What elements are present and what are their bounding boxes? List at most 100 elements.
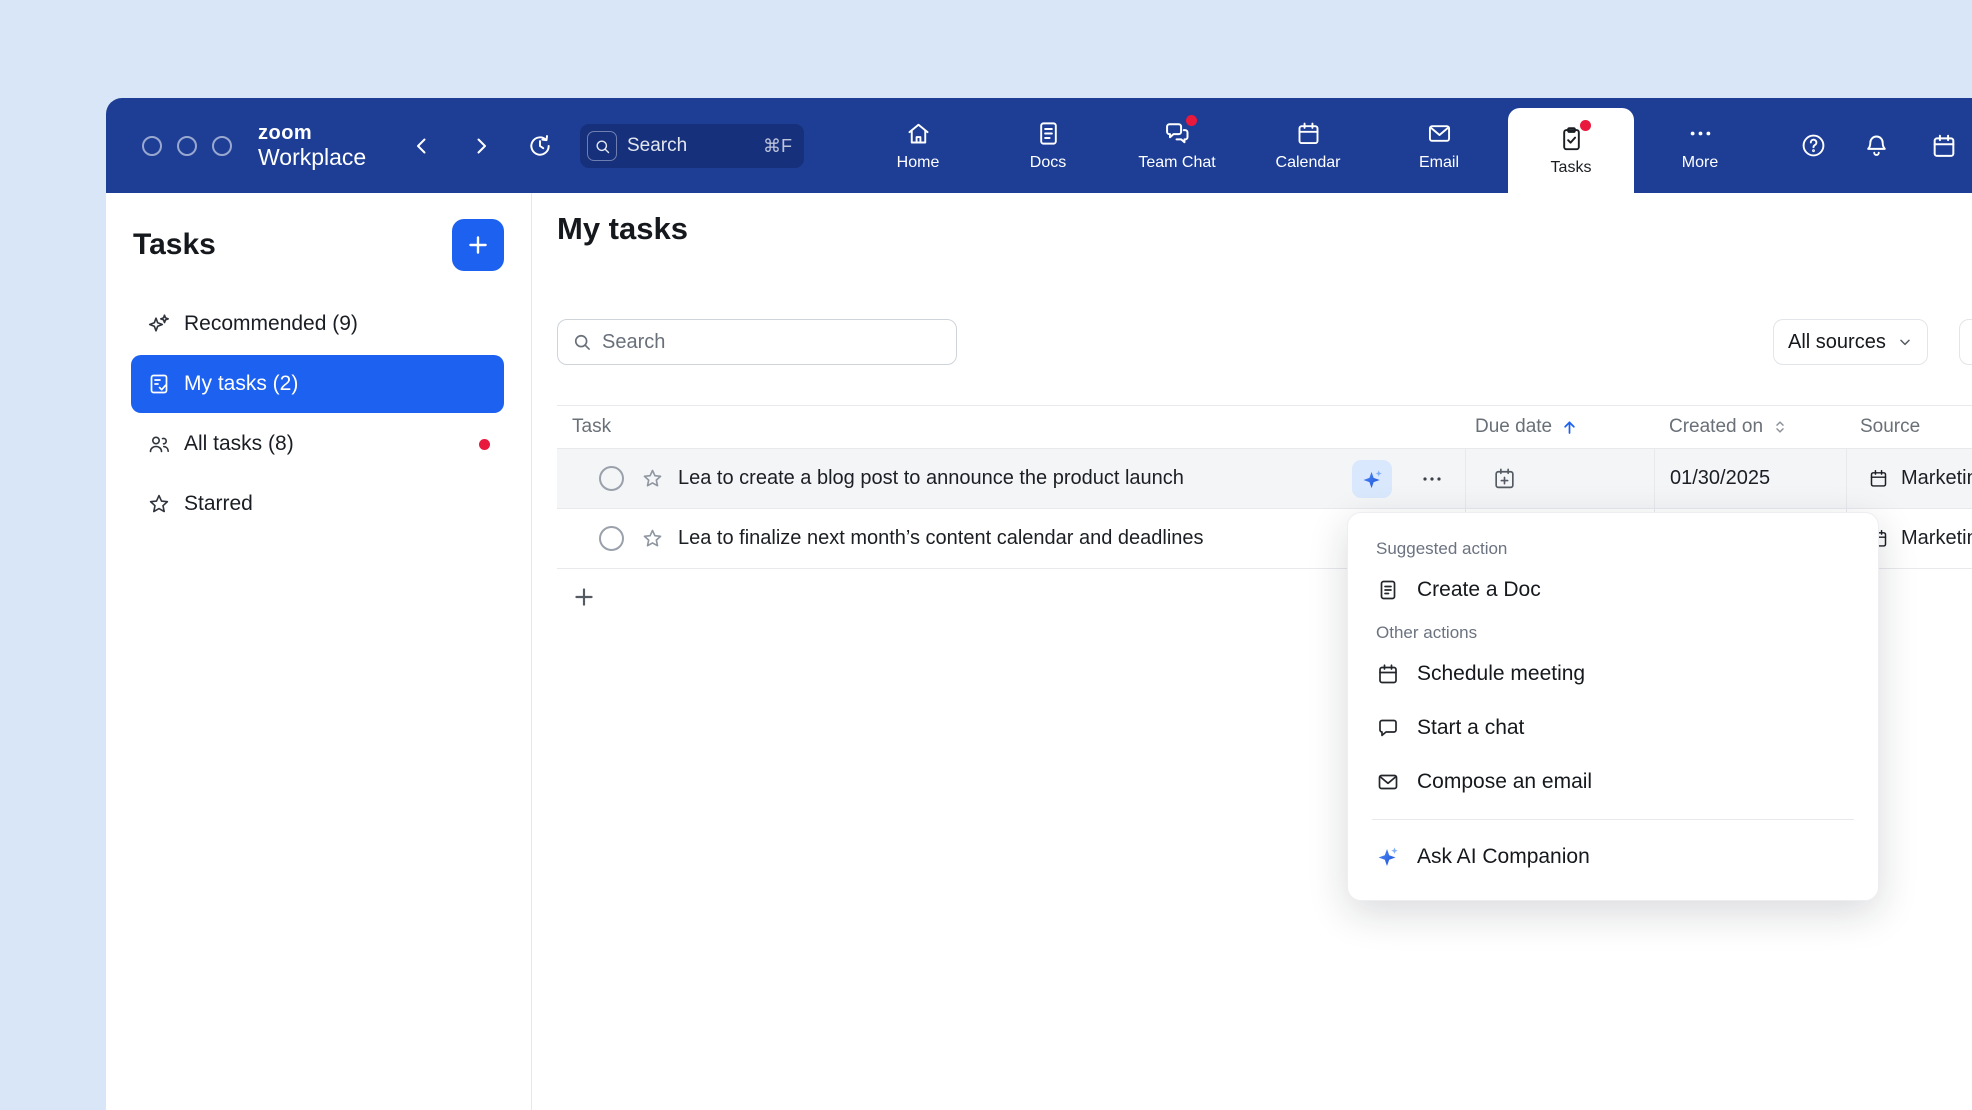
sidebar-item-label: Recommended (9) bbox=[184, 312, 358, 336]
task-title: Lea to finalize next month’s content cal… bbox=[678, 527, 1204, 550]
nav-item-more[interactable]: More bbox=[1650, 98, 1750, 193]
global-search[interactable]: Search ⌘F bbox=[580, 124, 804, 168]
menu-item-label: Create a Doc bbox=[1417, 578, 1541, 602]
task-complete-radio[interactable] bbox=[599, 526, 624, 551]
notifications-button[interactable] bbox=[1860, 98, 1892, 193]
forward-button[interactable] bbox=[467, 98, 495, 193]
source-cell: Marketing bbox=[1846, 449, 1972, 508]
star-icon[interactable] bbox=[641, 467, 664, 490]
home-icon bbox=[904, 119, 932, 147]
chat-icon bbox=[1376, 716, 1400, 740]
star-icon[interactable] bbox=[641, 527, 664, 550]
team-chat-icon bbox=[1163, 119, 1191, 147]
menu-item-schedule-meeting[interactable]: Schedule meeting bbox=[1348, 647, 1878, 701]
notification-dot bbox=[1186, 115, 1197, 126]
table-row[interactable]: Lea to create a blog post to announce th… bbox=[557, 449, 1972, 509]
created-on-cell: 01/30/2025 bbox=[1654, 449, 1846, 508]
menu-item-create-doc[interactable]: Create a Doc bbox=[1348, 563, 1878, 617]
nav-item-docs[interactable]: Docs bbox=[998, 98, 1098, 193]
app-window: zoom Workplace bbox=[106, 98, 1972, 1110]
sidebar-header: Tasks bbox=[133, 219, 504, 271]
task-search-input[interactable] bbox=[602, 331, 942, 354]
history-clock-icon bbox=[527, 133, 553, 159]
ai-companion-button[interactable] bbox=[1352, 460, 1392, 498]
window-close-button[interactable] bbox=[142, 136, 162, 156]
search-icon bbox=[594, 138, 611, 155]
nav-item-calendar[interactable]: Calendar bbox=[1258, 98, 1358, 193]
window-minimize-button[interactable] bbox=[177, 136, 197, 156]
due-date-cell[interactable] bbox=[1465, 449, 1654, 508]
ai-sparkle-icon bbox=[1376, 845, 1400, 869]
tasks-icon bbox=[1557, 124, 1585, 152]
notification-dot bbox=[479, 439, 490, 450]
email-icon bbox=[1376, 770, 1400, 794]
sources-filter-dropdown[interactable]: All sources bbox=[1773, 319, 1928, 365]
menu-item-start-chat[interactable]: Start a chat bbox=[1348, 701, 1878, 755]
column-header-due-date[interactable]: Due date bbox=[1465, 416, 1654, 438]
star-icon bbox=[147, 492, 171, 516]
nav-item-email[interactable]: Email bbox=[1389, 98, 1489, 193]
sidebar-item-label: My tasks (2) bbox=[184, 372, 298, 396]
product-name: Workplace bbox=[258, 144, 366, 170]
nav-label: Docs bbox=[1030, 154, 1066, 172]
notification-dot bbox=[1580, 120, 1591, 131]
doc-icon bbox=[1376, 578, 1400, 602]
sidebar-item-label: Starred bbox=[184, 492, 253, 516]
nav-label: Team Chat bbox=[1138, 154, 1215, 172]
chevron-left-icon bbox=[410, 134, 434, 158]
plus-icon bbox=[571, 584, 597, 610]
menu-divider bbox=[1372, 819, 1854, 820]
plus-icon bbox=[465, 232, 491, 258]
sidebar-item-my-tasks[interactable]: My tasks (2) bbox=[131, 355, 504, 413]
sidebar: Tasks Recommended (9) bbox=[106, 193, 532, 1110]
people-icon bbox=[147, 432, 171, 456]
ai-action-menu: Suggested action Create a Doc Other acti… bbox=[1347, 512, 1879, 901]
global-search-label: Search bbox=[627, 135, 687, 157]
back-button[interactable] bbox=[408, 98, 436, 193]
search-scope-box bbox=[587, 131, 617, 161]
source-label: Marketing bbox=[1901, 467, 1972, 490]
menu-item-compose-email[interactable]: Compose an email bbox=[1348, 755, 1878, 809]
schedule-button[interactable] bbox=[1928, 98, 1960, 193]
ai-sparkle-icon bbox=[1361, 468, 1384, 491]
calendar-icon bbox=[1294, 119, 1322, 147]
add-task-button[interactable] bbox=[452, 219, 504, 271]
bell-icon bbox=[1863, 132, 1890, 159]
menu-item-label: Ask AI Companion bbox=[1417, 845, 1590, 869]
window-zoom-button[interactable] bbox=[212, 136, 232, 156]
help-button[interactable] bbox=[1797, 98, 1829, 193]
nav-item-home[interactable]: Home bbox=[868, 98, 968, 193]
more-actions-icon[interactable] bbox=[1415, 449, 1449, 508]
source-calendar-icon bbox=[1868, 468, 1889, 489]
task-title: Lea to create a blog post to announce th… bbox=[678, 467, 1184, 490]
nav-label: Home bbox=[897, 154, 940, 172]
column-header-created-on[interactable]: Created on bbox=[1654, 416, 1846, 438]
sources-filter-value: All sources bbox=[1788, 331, 1886, 354]
calendar-clock-icon bbox=[1930, 132, 1958, 160]
sort-toggle-icon bbox=[1771, 418, 1789, 436]
nav-item-tasks-active[interactable]: Tasks bbox=[1508, 108, 1634, 193]
sidebar-item-recommended[interactable]: Recommended (9) bbox=[131, 295, 504, 353]
task-search-box bbox=[557, 319, 957, 365]
history-button[interactable] bbox=[526, 98, 554, 193]
add-due-date-icon bbox=[1492, 466, 1517, 491]
sort-ascending-icon bbox=[1560, 418, 1579, 437]
nav-label: Calendar bbox=[1276, 154, 1341, 172]
search-shortcut: ⌘F bbox=[763, 136, 792, 157]
search-icon bbox=[572, 332, 592, 352]
view-options-button[interactable] bbox=[1959, 319, 1972, 365]
docs-icon bbox=[1034, 119, 1062, 147]
sidebar-item-all-tasks[interactable]: All tasks (8) bbox=[131, 415, 504, 473]
column-header-source: Source bbox=[1846, 416, 1972, 438]
page-title: My tasks bbox=[557, 211, 688, 247]
more-icon bbox=[1686, 119, 1714, 147]
menu-section-header: Suggested action bbox=[1348, 539, 1878, 559]
nav-item-team-chat[interactable]: Team Chat bbox=[1127, 98, 1227, 193]
topbar: zoom Workplace bbox=[106, 98, 1972, 193]
menu-item-label: Schedule meeting bbox=[1417, 662, 1585, 686]
zoom-logo: zoom bbox=[258, 122, 366, 144]
source-label: Marketing bbox=[1901, 527, 1972, 550]
task-complete-radio[interactable] bbox=[599, 466, 624, 491]
sidebar-item-starred[interactable]: Starred bbox=[131, 475, 504, 533]
menu-item-ask-ai-companion[interactable]: Ask AI Companion bbox=[1348, 830, 1878, 884]
